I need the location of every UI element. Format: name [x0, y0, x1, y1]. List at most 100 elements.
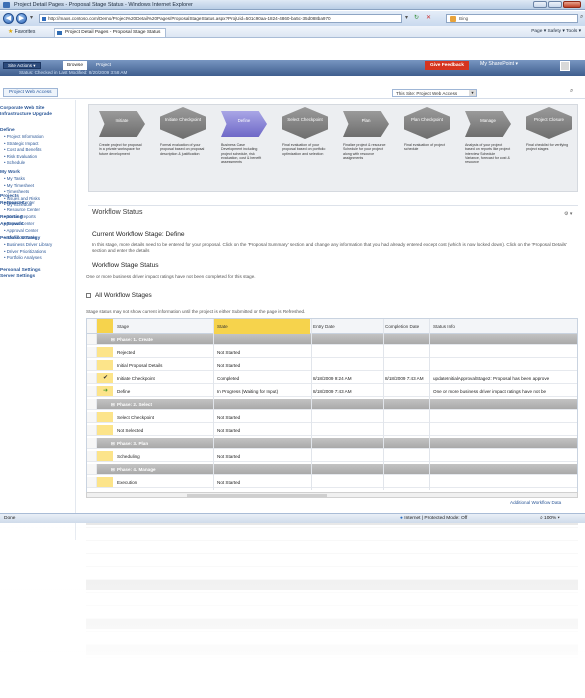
- cell-completion: 8/18/2009 7:43 AM: [385, 376, 424, 381]
- tab-browse[interactable]: Browse: [63, 61, 87, 70]
- nav-section-resources[interactable]: Resources: [0, 201, 25, 207]
- back-icon[interactable]: ◀: [3, 13, 14, 24]
- table-row[interactable]: Not Selected Not Started: [87, 425, 577, 436]
- url-dropdown-icon[interactable]: ▾: [405, 15, 408, 22]
- phase-label[interactable]: Phase: 1. Create: [117, 334, 153, 345]
- column-header-stage[interactable]: Stage: [117, 319, 213, 334]
- site-favicon-icon: [42, 17, 46, 21]
- nav-item-project-information[interactable]: • Project Information: [4, 134, 44, 139]
- column-divider: [311, 319, 312, 490]
- additional-workflow-data-link[interactable]: Additional Workflow Data: [510, 500, 561, 506]
- nav-section-personal-settings[interactable]: Personal Settings: [0, 268, 41, 274]
- column-header-entry-date[interactable]: Entry Date: [313, 319, 383, 334]
- collapse-icon[interactable]: ⊟: [111, 399, 115, 410]
- horizontal-scrollbar[interactable]: [86, 492, 578, 498]
- stage-status-description: One or more business driver impact ratin…: [86, 274, 256, 279]
- close-button[interactable]: [563, 1, 581, 8]
- stage-shape-plan-checkpoint[interactable]: Plan Checkpoint: [404, 107, 450, 139]
- avatar[interactable]: [560, 61, 570, 71]
- table-row[interactable]: Scheduling Not Started: [87, 451, 577, 462]
- quick-launch-nav: Corporate Web Site Infrastructure Upgrad…: [0, 100, 76, 540]
- nav-item-my-timesheet[interactable]: • My Timesheet: [4, 183, 34, 188]
- nav-section-my-work[interactable]: My Work: [0, 170, 20, 176]
- table-row[interactable]: ➜ Define In Progress (Waiting for Input) 8/…: [87, 386, 577, 397]
- collapse-icon[interactable]: ⊟: [111, 438, 115, 449]
- search-input[interactable]: Bing: [446, 14, 578, 23]
- stage-description: Formal evaluation of your proposal based…: [160, 143, 205, 156]
- webpart-menu-icon[interactable]: ⚙ ▾: [564, 211, 572, 217]
- my-sharepoint-menu[interactable]: My SharePoint ▾: [480, 61, 518, 67]
- collapse-icon[interactable]: ⊟: [111, 334, 115, 345]
- nav-section-define[interactable]: Define: [0, 128, 15, 134]
- nav-item-portfolio-analyses[interactable]: • Portfolio Analyses: [4, 255, 42, 260]
- security-zone[interactable]: ● Internet | Protected Mode: Off: [400, 514, 467, 523]
- ie-logo-icon: [3, 2, 10, 8]
- cell-state: Not Started: [217, 415, 241, 420]
- cell-stage: Define: [117, 389, 131, 394]
- column-header-state[interactable]: State: [214, 319, 310, 334]
- stage-shape-manage[interactable]: Manage: [465, 111, 511, 137]
- maximize-button[interactable]: [548, 1, 562, 8]
- nav-section-reporting[interactable]: Reporting: [0, 215, 23, 221]
- nav-item-driver-prioritizations[interactable]: • Driver Prioritizations: [4, 249, 46, 254]
- scrollbar-thumb[interactable]: [187, 494, 327, 497]
- nav-section-corporate-web-site-infrastructure-upgrade[interactable]: Corporate Web Site Infrastructure Upgrad…: [0, 106, 72, 117]
- cell-state: Not Started: [217, 480, 241, 485]
- forward-icon[interactable]: ▶: [16, 13, 27, 24]
- phase-label[interactable]: Phase: 3. Plan: [117, 438, 148, 449]
- column-divider: [213, 319, 214, 490]
- table-row[interactable]: Initial Proposal Details Not Started: [87, 360, 577, 371]
- nav-item-resource-center[interactable]: • Resource Center: [4, 207, 40, 212]
- nav-item-schedule[interactable]: • Schedule: [4, 160, 25, 165]
- nav-item-cost-and-benefits[interactable]: • Cost and Benefits: [4, 147, 41, 152]
- all-stages-toggle[interactable]: All Workflow Stages: [86, 292, 152, 300]
- nav-item-strategic-impact[interactable]: • Strategic Impact: [4, 141, 38, 146]
- stage-shape-initiate[interactable]: Initiate: [99, 111, 145, 137]
- nav-item-business-driver-library[interactable]: • Business Driver Library: [4, 242, 52, 247]
- table-row[interactable]: Execution Not Started: [87, 477, 577, 488]
- stage-description: Business Case Development including proj…: [221, 143, 262, 165]
- nav-item-risk-evaluation[interactable]: • Risk Evaluation: [4, 154, 37, 159]
- zoom-control[interactable]: ⌕ 100% ▾: [540, 514, 560, 523]
- url-input[interactable]: http://maxs.contoso.com/Demo/Project%20D…: [39, 14, 402, 23]
- command-bar-tools[interactable]: Page ▾ Safety ▾ Tools ▾: [531, 29, 581, 35]
- nav-section-server-settings[interactable]: Server Settings: [0, 274, 35, 280]
- stage-shape-plan[interactable]: Plan: [343, 111, 389, 137]
- search-magnifier-icon[interactable]: ⌕: [580, 14, 583, 21]
- phase-label[interactable]: Phase: 2. Select: [117, 399, 152, 410]
- pwa-home-button[interactable]: Project Web Access: [3, 88, 58, 97]
- give-feedback-button[interactable]: Give Feedback: [425, 61, 469, 70]
- favorites-button[interactable]: ★ Favorites: [8, 29, 35, 36]
- minimize-button[interactable]: [533, 1, 547, 8]
- stage-shape-project-closure[interactable]: Project Closure: [526, 107, 572, 139]
- cell-state: Completed: [217, 376, 240, 381]
- nav-section-approvals[interactable]: Approvals: [0, 222, 23, 228]
- column-header-status-info[interactable]: Status Info: [433, 319, 577, 334]
- search-scope-select[interactable]: This Site: Project Web Access ▾: [392, 89, 477, 97]
- stage-shape-select-checkpoint[interactable]: Select Checkpoint: [282, 107, 328, 139]
- refresh-icon[interactable]: ↻: [414, 15, 419, 22]
- table-row[interactable]: ✔ Initiate Checkpoint Completed 8/18/2009 9…: [87, 373, 577, 384]
- stage-shape-initiate-checkpoint[interactable]: Initiate Checkpoint: [160, 107, 206, 139]
- cell-state: Not Started: [217, 428, 241, 433]
- cell-stage: Scheduling: [117, 454, 140, 459]
- table-row[interactable]: Rejected Not Started: [87, 347, 577, 358]
- stage-shape-define[interactable]: Define: [221, 111, 267, 137]
- grid-header-row: Stage State Entry Date Completion Date Statu…: [87, 319, 577, 334]
- table-row[interactable]: Select Checkpoint Not Started: [87, 412, 577, 423]
- stop-icon[interactable]: ✕: [426, 15, 431, 22]
- browser-tab[interactable]: Project Detail Pages - Proposal Stage St…: [54, 28, 166, 37]
- status-indicator-cell: [97, 477, 113, 487]
- site-actions-button[interactable]: Site Actions ▾: [3, 62, 41, 69]
- nav-item-my-tasks[interactable]: • My Tasks: [4, 176, 25, 181]
- phase-label[interactable]: Phase: 4. Manage: [117, 464, 156, 475]
- all-stages-title: All Workflow Stages: [95, 292, 152, 299]
- modified-value: 8/20/2009 3:58 AM: [88, 70, 128, 75]
- search-icon[interactable]: ⌕: [570, 88, 573, 95]
- dropdown-arrow-icon[interactable]: ▾: [30, 15, 33, 22]
- collapse-icon[interactable]: ⊟: [111, 464, 115, 475]
- nav-item-approval-center[interactable]: • Approval Center: [4, 228, 38, 233]
- nav-section-projects[interactable]: Projects: [0, 194, 19, 200]
- nav-section-portfolio-strategy[interactable]: Portfolio Strategy: [0, 236, 40, 242]
- tab-project[interactable]: Project: [96, 63, 111, 69]
